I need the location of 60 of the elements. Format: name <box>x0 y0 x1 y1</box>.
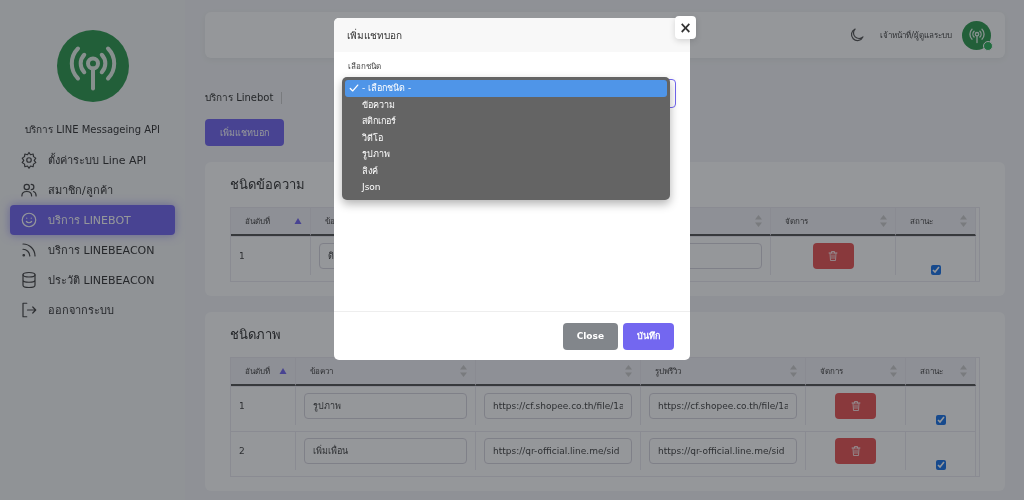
checkbox[interactable] <box>935 460 946 470</box>
input-field[interactable]: https://qr-official.line.me/sid <box>484 438 632 464</box>
database-icon <box>20 271 38 289</box>
table-cell: 2 <box>239 446 245 456</box>
app-title: บริการ LINE Messageing API <box>24 123 161 137</box>
column-label: อันดับที่ <box>245 365 270 378</box>
sidebar-item[interactable]: ออกจากระบบ <box>10 295 175 325</box>
logout-icon <box>20 301 38 319</box>
card-title: ชนิดข้อความ <box>230 176 305 194</box>
column-label: จัดการ <box>820 365 843 378</box>
delete-button[interactable] <box>835 438 876 464</box>
delete-button[interactable] <box>835 393 876 419</box>
checkbox[interactable] <box>935 415 946 425</box>
table-cell: 1 <box>239 251 245 261</box>
input-field[interactable]: เพิ่มเพื่อน <box>304 438 467 464</box>
close-button[interactable]: Close <box>562 322 618 350</box>
input-field[interactable]: https://cf.shopee.co.th/file/1a <box>484 393 632 419</box>
trash-icon <box>827 250 839 262</box>
column-label: จัดการ <box>785 215 808 228</box>
sidebar-item[interactable]: บริการ LINEBOT <box>10 205 175 235</box>
dropdown-option[interactable]: รูปภาพ <box>345 146 667 163</box>
column-label: อันดับที่ <box>245 215 270 228</box>
dropdown-option[interactable]: Json <box>345 179 667 196</box>
column-label: รูปพรีวิว <box>655 365 681 378</box>
breadcrumb: บริการ Linebot <box>205 91 274 105</box>
input-field[interactable]: https://cf.shopee.co.th/file/1a <box>649 393 797 419</box>
column-label: ข้อ <box>325 215 335 228</box>
input-field[interactable]: https://qr-official.line.me/sid <box>649 438 797 464</box>
sidebar-item[interactable]: ตั้งค่าระบบ Line API <box>10 145 175 175</box>
sidebar-item[interactable]: บริการ LINEBEACON <box>10 235 175 265</box>
user-name: เจ้าหน้าที่/ผู้ดูแลระบบ <box>880 29 952 42</box>
column-label: สถานะ <box>910 215 933 228</box>
delete-button[interactable] <box>812 243 854 269</box>
dropdown-option[interactable]: สติกเกอร์ <box>345 113 667 130</box>
sidebar-item[interactable]: ประวัติ LINEBEACON <box>10 265 175 295</box>
trash-icon <box>849 445 862 457</box>
check-icon <box>349 83 359 94</box>
avatar[interactable] <box>962 20 991 50</box>
save-button[interactable]: บันทึก <box>623 322 674 350</box>
trash-icon <box>849 400 862 412</box>
column-label: ข้อควา <box>310 365 333 378</box>
dropdown-option[interactable]: ข้อความ <box>345 96 667 113</box>
moon-icon <box>848 26 867 44</box>
dialog-title: เพิ่มแชทบอก <box>347 27 402 43</box>
close-button[interactable]: × <box>675 16 696 39</box>
gear-icon <box>20 151 38 169</box>
input-field[interactable]: รูปภาพ <box>304 393 467 419</box>
table-cell: 1 <box>239 401 245 411</box>
smiley-icon <box>20 211 38 229</box>
column-label: สถานะ <box>920 365 943 378</box>
dropdown-option[interactable]: วิดีโอ <box>345 129 667 146</box>
rss-icon <box>20 241 38 259</box>
users-icon <box>20 181 38 199</box>
card-title: ชนิดภาพ <box>230 326 281 344</box>
sidebar-item[interactable]: สมาชิก/ลูกค้า <box>10 175 175 205</box>
field-label: เลือกชนิด <box>348 61 382 73</box>
dropdown-option[interactable]: ลิงค์ <box>345 162 667 179</box>
add-chatbot-button[interactable]: เพิ่มแชทบอก <box>205 119 284 146</box>
dropdown-option[interactable]: - เลือกชนิด - <box>345 80 667 97</box>
checkbox[interactable] <box>930 265 941 275</box>
